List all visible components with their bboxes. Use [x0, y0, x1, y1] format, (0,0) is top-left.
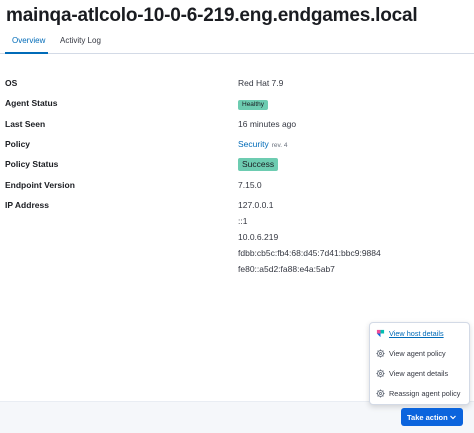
row-policy-status: Policy Status Success: [0, 158, 474, 173]
gear-icon: [376, 349, 385, 358]
active-tab-indicator: [5, 52, 48, 54]
take-action-button[interactable]: Take action: [401, 408, 463, 426]
ip-address-value: 127.0.0.1: [238, 200, 274, 210]
menu-item-label: Reassign agent policy: [389, 389, 461, 398]
ip-address-value: fdbb:cb5c:fb4:68:d45:7d41:bbc9:9884: [238, 248, 381, 258]
row-policy: Policy Security rev. 4: [0, 139, 474, 153]
menu-item-view-host-details[interactable]: View host details: [370, 325, 469, 343]
menu-item-reassign-agent-policy[interactable]: Reassign agent policy: [370, 385, 469, 403]
policy-status-badge[interactable]: Success: [238, 158, 279, 171]
row-agent-status: Agent Status Healthy: [0, 98, 474, 112]
last-seen-value: 16 minutes ago: [238, 119, 297, 129]
menu-item-label: View host details: [389, 329, 444, 338]
policy-link[interactable]: Security: [238, 139, 269, 149]
ip-address-value: ::1: [238, 216, 248, 226]
tab-activity-log[interactable]: Activity Log: [60, 36, 101, 45]
tab-overview[interactable]: Overview: [12, 36, 45, 45]
menu-item-view-agent-policy[interactable]: View agent policy: [370, 345, 469, 363]
chevron-down-icon: [450, 415, 456, 420]
take-action-menu: View host details View agent policy View…: [369, 322, 470, 405]
row-ip-address: IP Address: [0, 200, 474, 214]
gear-icon: [376, 369, 385, 378]
ip-address-value: fe80::a5d2:fa88:e4a:5ab7: [238, 264, 335, 274]
page-title: mainqa-atlcolo-10-0-6-219.eng.endgames.l…: [6, 5, 418, 26]
policy-value: Security rev. 4: [238, 139, 288, 149]
agent-status-value: Healthy: [238, 98, 269, 110]
os-value: Red Hat 7.9: [238, 78, 284, 88]
security-app-icon: [376, 329, 385, 338]
ip-address-value: 10.0.6.219: [238, 232, 279, 242]
row-last-seen: Last Seen 16 minutes ago: [0, 119, 474, 133]
row-os: OS Red Hat 7.9: [0, 78, 474, 92]
policy-label: Policy: [5, 139, 31, 149]
last-seen-label: Last Seen: [5, 119, 46, 129]
menu-item-label: View agent details: [389, 369, 449, 378]
menu-item-view-agent-details[interactable]: View agent details: [370, 365, 469, 383]
gear-icon: [376, 389, 385, 398]
tab-bar: Overview Activity Log: [0, 31, 474, 54]
agent-status-label: Agent Status: [5, 98, 58, 108]
menu-item-label: View agent policy: [389, 349, 446, 358]
row-endpoint-version: Endpoint Version 7.15.0: [0, 180, 474, 194]
policy-status-value: Success: [238, 158, 279, 171]
policy-revision: rev. 4: [271, 142, 288, 149]
status-badge: Healthy: [238, 100, 269, 110]
os-label: OS: [5, 78, 18, 88]
endpoint-version-value: 7.15.0: [238, 180, 262, 190]
take-action-label: Take action: [407, 412, 448, 422]
policy-status-label: Policy Status: [5, 159, 59, 169]
ip-address-label: IP Address: [5, 200, 49, 210]
endpoint-version-label: Endpoint Version: [5, 180, 75, 190]
